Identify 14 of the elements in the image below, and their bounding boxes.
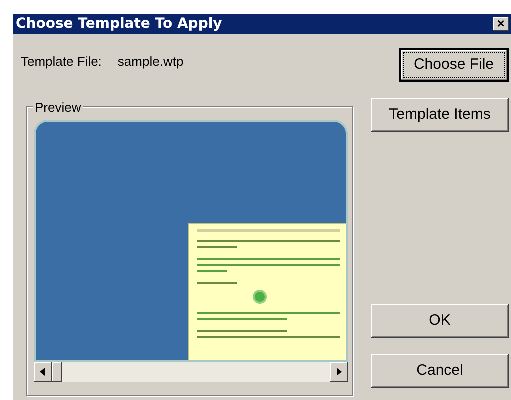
dialog-button[interactable]: Choose File [399,48,509,82]
left-arrow-icon [40,368,46,376]
template-file-label: Template File: [21,53,102,71]
scroll-right-button[interactable] [330,362,348,382]
dialog-button[interactable]: Template Items [371,98,509,132]
dialog-button[interactable]: Cancel [371,354,509,388]
horizontal-scrollbar[interactable] [34,362,348,382]
right-arrow-icon [336,368,342,376]
scroll-thumb[interactable] [52,362,62,382]
window-title: Choose Template To Apply [16,14,222,34]
scroll-left-button[interactable] [34,362,52,382]
template-file-name: sample.wtp [118,53,184,71]
dialog-button[interactable]: OK [371,304,509,338]
close-button[interactable]: × [493,17,509,31]
